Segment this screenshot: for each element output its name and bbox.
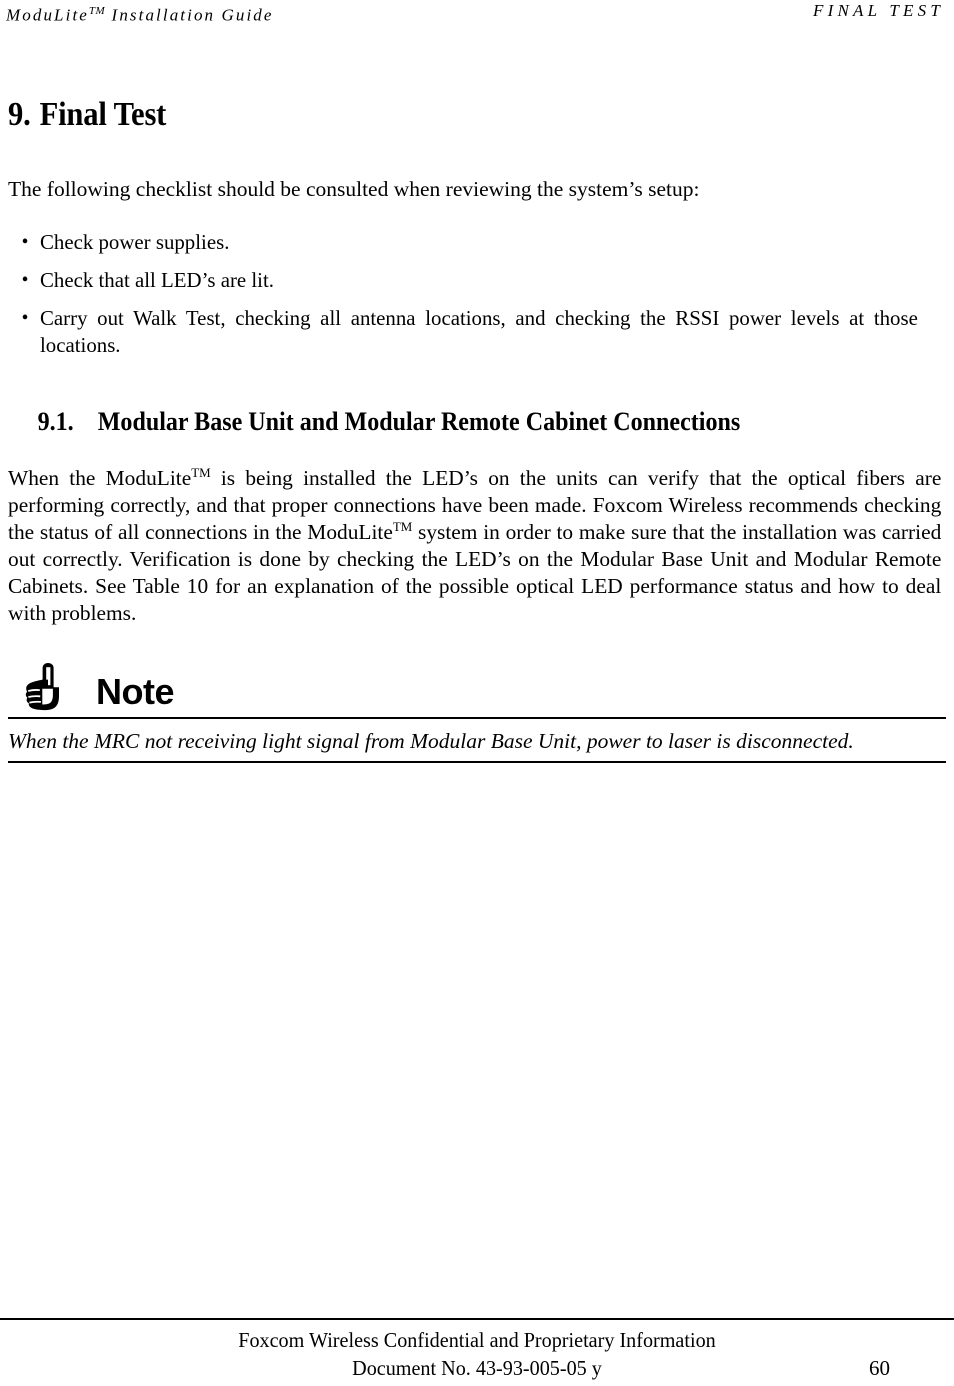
footer-bottom-row: Document No. 43-93-005-05 y 60 <box>0 1354 954 1384</box>
chapter-title-text: Final Test <box>39 96 167 133</box>
footer-divider <box>0 1318 954 1320</box>
chapter-intro-paragraph: The following checklist should be consul… <box>8 177 700 201</box>
header-product-name: ModuLite <box>6 5 89 25</box>
list-item-text: Check that all LED’s are lit. <box>40 268 274 292</box>
checklist: • Check power supplies. • Check that all L… <box>8 229 946 359</box>
page-footer: Foxcom Wireless Confidential and Proprie… <box>0 1318 954 1384</box>
document-page: ModuLiteTM Installation Guide FINAL TEST… <box>0 0 954 1386</box>
note-label: Note <box>96 671 175 712</box>
header-section-name: FINAL TEST <box>813 1 944 20</box>
footer-confidentiality-notice: Foxcom Wireless Confidential and Proprie… <box>238 1328 716 1352</box>
section-number: 9.1. <box>37 407 74 436</box>
pointing-hand-icon <box>18 661 74 713</box>
list-item-text: Check power supplies. <box>40 230 230 254</box>
bullet-icon: • <box>21 307 29 329</box>
list-item: • Carry out Walk Test, checking all anten… <box>8 305 918 359</box>
section-heading: 9.1. Modular Base Unit and Modular Remote… <box>8 407 876 437</box>
note-top-divider <box>8 717 946 719</box>
note-callout: Note When the MRC not receiving light si… <box>8 661 946 763</box>
note-text: When the MRC not receiving light signal … <box>8 729 854 753</box>
list-item: • Check that all LED’s are lit. <box>8 267 918 294</box>
running-header: ModuLiteTM Installation Guide FINAL TEST <box>6 0 946 34</box>
bullet-icon: • <box>21 269 29 291</box>
trademark-symbol: TM <box>191 464 211 480</box>
page-title: 9. Final Test <box>8 96 852 134</box>
paragraph-segment-1: When the ModuLite <box>8 466 192 490</box>
page-number: 60 <box>869 1356 890 1380</box>
bullet-icon: • <box>21 231 29 253</box>
header-trademark-symbol: TM <box>88 5 106 17</box>
section-heading-text: Modular Base Unit and Modular Remote Cab… <box>97 407 741 436</box>
note-header: Note <box>8 661 946 713</box>
footer-document-number: Document No. 43-93-005-05 y <box>352 1356 602 1380</box>
trademark-symbol: TM <box>392 518 413 534</box>
list-item-text: Carry out Walk Test, checking all antenn… <box>40 306 918 357</box>
note-bottom-divider <box>8 761 946 763</box>
list-item: • Check power supplies. <box>8 229 918 256</box>
section-body-paragraph: When the ModuLiteTM is being installed t… <box>8 465 941 627</box>
page-content: 9. Final Test The following checklist sho… <box>8 96 946 763</box>
header-title-suffix: Installation Guide <box>105 5 274 25</box>
chapter-number: 9. <box>8 96 31 133</box>
header-document-title: ModuLiteTM Installation Guide <box>6 0 274 27</box>
